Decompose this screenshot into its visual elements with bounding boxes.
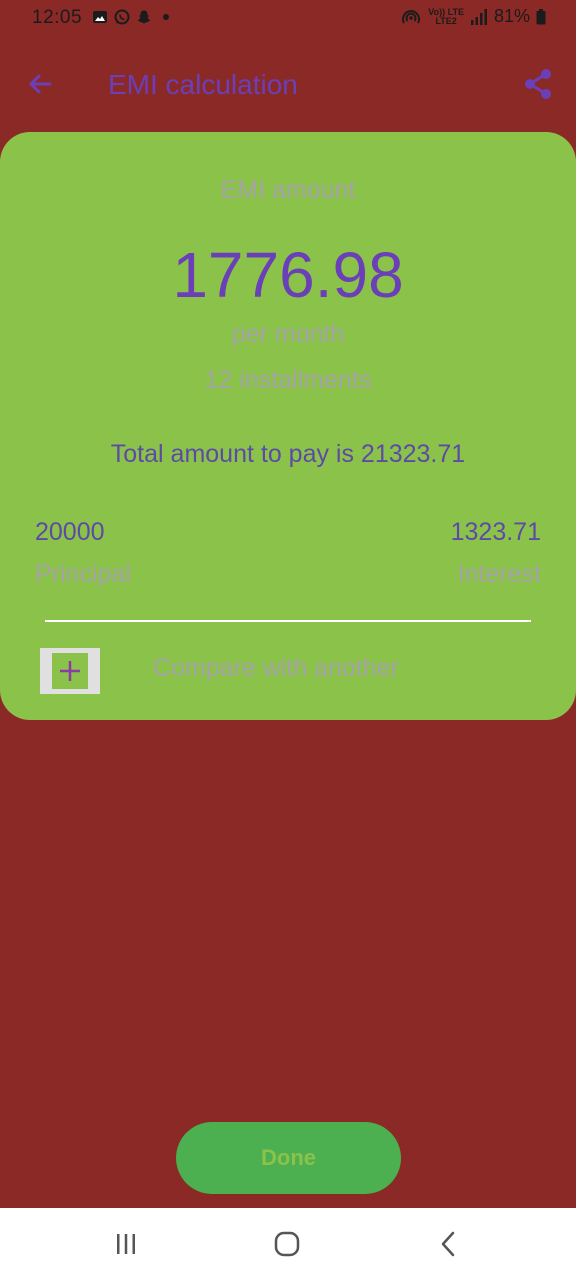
share-icon [525,69,551,99]
home-button[interactable] [267,1226,307,1262]
per-month-label: per month [231,320,345,348]
status-bar: 12:05 Vo)) LTE LTE2 81% [0,0,576,40]
emi-amount-label: EMI amount [220,176,356,204]
signal-icon [470,8,487,25]
nav-back-button[interactable] [428,1226,468,1262]
back-chevron-icon [441,1231,455,1257]
battery-icon [536,8,546,24]
whatsapp-icon [114,9,130,25]
compare-label[interactable]: Compare with another [153,654,399,683]
notification-icons [92,9,174,25]
dot-icon [163,14,169,20]
recents-icon [117,1234,135,1254]
total-amount-text: Total amount to pay is 21323.71 [110,440,466,468]
app-bar: EMI calculation [0,52,576,116]
emi-result-card: EMI amount 1776.98 per month 12 installm… [0,132,576,720]
compare-button[interactable] [40,648,100,694]
status-right: Vo)) LTE LTE2 81% [400,6,546,27]
gallery-icon [93,11,107,23]
share-button[interactable] [518,64,558,104]
battery-percent: 81% [493,6,530,26]
navigation-bar [0,1208,576,1280]
arrow-left-icon [29,74,52,94]
recents-button[interactable] [106,1226,146,1262]
status-time: 12:05 [32,7,83,28]
interest-value: 1323.71 [450,518,541,546]
back-button[interactable] [22,66,58,102]
page-title: EMI calculation [108,69,298,100]
home-icon [274,1231,300,1257]
principal-value: 20000 [35,518,105,546]
principal-label: Principal [35,560,131,588]
installments-label: 12 installments [204,366,372,394]
snapchat-icon [137,10,151,24]
interest-label: Interest [457,560,541,588]
plus-icon [60,661,80,681]
network-type: Vo)) LTE LTE2 [428,6,464,26]
emi-amount-value: 1776.98 [172,239,404,311]
divider [45,620,531,622]
hotspot-icon [402,9,421,23]
done-button[interactable]: Done [176,1122,401,1194]
